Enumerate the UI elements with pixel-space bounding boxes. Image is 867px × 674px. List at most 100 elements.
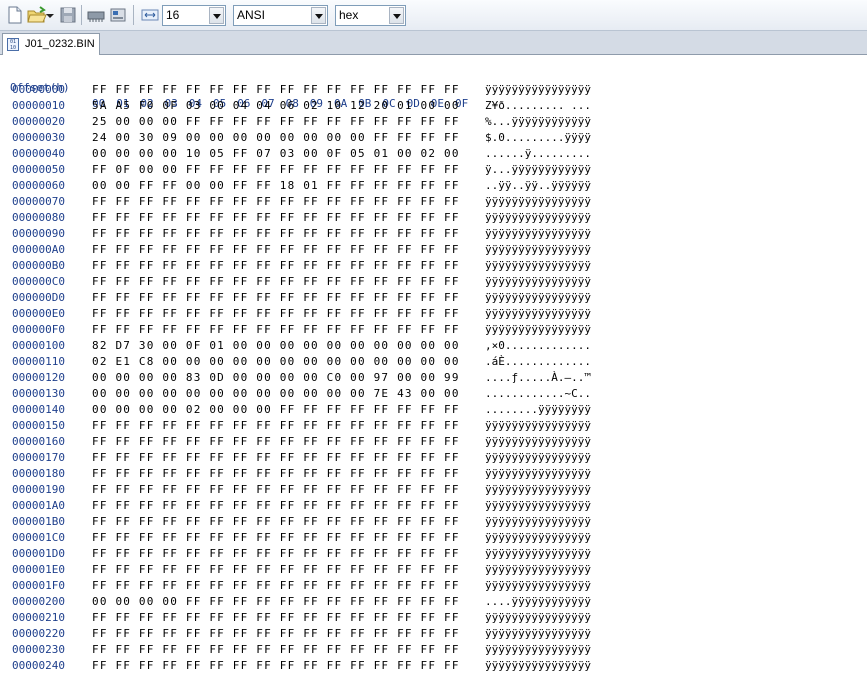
row-bytes[interactable]: 00 00 00 00 00 00 00 00 00 00 00 00 7E 4… [92,386,460,402]
row-bytes[interactable]: FF FF FF FF FF FF FF FF FF FF FF FF FF F… [92,226,460,242]
row-bytes[interactable]: 24 00 30 09 00 00 00 00 00 00 00 00 FF F… [92,130,460,146]
charset-select[interactable]: ANSI [233,5,328,26]
row-bytes[interactable]: FF FF FF FF FF FF FF FF FF FF FF FF FF F… [92,498,460,514]
row-bytes[interactable]: FF 0F 00 00 FF FF FF FF FF FF FF FF FF F… [92,162,460,178]
row-bytes[interactable]: FF FF FF FF FF FF FF FF FF FF FF FF FF F… [92,434,460,450]
row-ascii[interactable]: ÿÿÿÿÿÿÿÿÿÿÿÿÿÿÿÿ [485,82,591,98]
row-ascii[interactable]: ......ÿ......... [485,146,591,162]
row-bytes[interactable]: FF FF FF FF FF FF FF FF FF FF FF FF FF F… [92,514,460,530]
row-ascii[interactable]: .áÈ............. [485,354,591,370]
row-ascii[interactable]: ÿÿÿÿÿÿÿÿÿÿÿÿÿÿÿÿ [485,562,591,578]
row-bytes[interactable]: FF FF FF FF FF FF FF FF FF FF FF FF FF F… [92,258,460,274]
row-bytes[interactable]: 00 00 00 00 10 05 FF 07 03 00 0F 05 01 0… [92,146,460,162]
row-ascii[interactable]: ÿÿÿÿÿÿÿÿÿÿÿÿÿÿÿÿ [485,418,591,434]
save-icon[interactable] [57,4,79,26]
row-bytes[interactable]: 00 00 00 00 02 00 00 00 FF FF FF FF FF F… [92,402,460,418]
row-ascii[interactable]: ....ƒ.....À.—..™ [485,370,591,386]
row-ascii[interactable]: Z¥ð......... ... [485,98,591,114]
row-ascii[interactable]: ÿÿÿÿÿÿÿÿÿÿÿÿÿÿÿÿ [485,658,591,674]
row-bytes[interactable]: FF FF FF FF FF FF FF FF FF FF FF FF FF F… [92,642,460,658]
row-bytes[interactable]: FF FF FF FF FF FF FF FF FF FF FF FF FF F… [92,306,460,322]
bytes-per-row-select[interactable]: 16 [162,5,226,26]
row-bytes[interactable]: 25 00 00 00 FF FF FF FF FF FF FF FF FF F… [92,114,460,130]
display-mode-select[interactable]: hex [335,5,406,26]
row-ascii[interactable]: ÿÿÿÿÿÿÿÿÿÿÿÿÿÿÿÿ [485,546,591,562]
row-offset: 00000230 [12,643,65,656]
row-ascii[interactable]: ........ÿÿÿÿÿÿÿÿ [485,402,591,418]
row-bytes[interactable]: FF FF FF FF FF FF FF FF FF FF FF FF FF F… [92,466,460,482]
row-ascii[interactable]: ÿÿÿÿÿÿÿÿÿÿÿÿÿÿÿÿ [485,226,591,242]
row-ascii[interactable]: ÿÿÿÿÿÿÿÿÿÿÿÿÿÿÿÿ [485,434,591,450]
row-offset: 00000190 [12,483,65,496]
row-ascii[interactable]: ÿÿÿÿÿÿÿÿÿÿÿÿÿÿÿÿ [485,642,591,658]
row-bytes[interactable]: 00 00 00 00 83 0D 00 00 00 00 C0 00 97 0… [92,370,460,386]
row-bytes[interactable]: FF FF FF FF FF FF FF FF FF FF FF FF FF F… [92,194,460,210]
row-bytes[interactable]: FF FF FF FF FF FF FF FF FF FF FF FF FF F… [92,530,460,546]
row-bytes[interactable]: FF FF FF FF FF FF FF FF FF FF FF FF FF F… [92,546,460,562]
row-offset: 00000160 [12,435,65,448]
row-ascii[interactable]: ÿÿÿÿÿÿÿÿÿÿÿÿÿÿÿÿ [485,274,591,290]
hex-editor-view[interactable]: Offset(h) 00 01 02 03 04 05 06 07 08 09 0A 0B 0C 0D 0E… [0,55,867,672]
row-ascii[interactable]: ÿÿÿÿÿÿÿÿÿÿÿÿÿÿÿÿ [485,290,591,306]
row-ascii[interactable]: ÿÿÿÿÿÿÿÿÿÿÿÿÿÿÿÿ [485,626,591,642]
tab-document[interactable]: 01 10 J01_0232.BIN [2,33,100,55]
bytes-per-row-icon [139,4,161,26]
toolbar: 16 ANSI hex [0,0,867,31]
row-ascii[interactable]: ÿÿÿÿÿÿÿÿÿÿÿÿÿÿÿÿ [485,530,591,546]
row-offset: 00000080 [12,211,65,224]
row-offset: 00000000 [12,83,65,96]
row-ascii[interactable]: %...ÿÿÿÿÿÿÿÿÿÿÿÿ [485,114,591,130]
row-ascii[interactable]: ÿÿÿÿÿÿÿÿÿÿÿÿÿÿÿÿ [485,450,591,466]
row-bytes[interactable]: FF FF FF FF FF FF FF FF FF FF FF FF FF F… [92,626,460,642]
row-ascii[interactable]: ..ÿÿ..ÿÿ..ÿÿÿÿÿÿ [485,178,591,194]
row-bytes[interactable]: 00 00 00 00 FF FF FF FF FF FF FF FF FF F… [92,594,460,610]
new-file-icon[interactable] [4,4,26,26]
row-ascii[interactable]: ÿÿÿÿÿÿÿÿÿÿÿÿÿÿÿÿ [485,578,591,594]
disk-drive-icon[interactable] [107,4,129,26]
row-ascii[interactable]: $.0.........ÿÿÿÿ [485,130,591,146]
chevron-down-icon[interactable] [311,7,326,24]
row-offset: 00000070 [12,195,65,208]
ram-chip-icon[interactable] [85,4,107,26]
row-ascii[interactable]: ‚×0............. [485,338,591,354]
row-bytes[interactable]: FF FF FF FF FF FF FF FF FF FF FF FF FF F… [92,578,460,594]
row-bytes[interactable]: FF FF FF FF FF FF FF FF FF FF FF FF FF F… [92,418,460,434]
row-bytes[interactable]: FF FF FF FF FF FF FF FF FF FF FF FF FF F… [92,290,460,306]
row-bytes[interactable]: 00 00 FF FF 00 00 FF FF 18 01 FF FF FF F… [92,178,460,194]
row-ascii[interactable]: ÿ...ÿÿÿÿÿÿÿÿÿÿÿÿ [485,162,591,178]
chevron-down-icon[interactable] [389,7,404,24]
row-ascii[interactable]: ÿÿÿÿÿÿÿÿÿÿÿÿÿÿÿÿ [485,242,591,258]
row-bytes[interactable]: FF FF FF FF FF FF FF FF FF FF FF FF FF F… [92,210,460,226]
row-bytes[interactable]: FF FF FF FF FF FF FF FF FF FF FF FF FF F… [92,562,460,578]
row-ascii[interactable]: ............~C.. [485,386,591,402]
row-bytes[interactable]: FF FF FF FF FF FF FF FF FF FF FF FF FF F… [92,242,460,258]
row-ascii[interactable]: ÿÿÿÿÿÿÿÿÿÿÿÿÿÿÿÿ [485,610,591,626]
row-ascii[interactable]: ÿÿÿÿÿÿÿÿÿÿÿÿÿÿÿÿ [485,258,591,274]
row-offset: 000000D0 [12,291,65,304]
row-bytes[interactable]: FF FF FF FF FF FF FF FF FF FF FF FF FF F… [92,482,460,498]
row-bytes[interactable]: FF FF FF FF FF FF FF FF FF FF FF FF FF F… [92,450,460,466]
row-ascii[interactable]: ....ÿÿÿÿÿÿÿÿÿÿÿÿ [485,594,591,610]
row-ascii[interactable]: ÿÿÿÿÿÿÿÿÿÿÿÿÿÿÿÿ [485,306,591,322]
row-offset: 00000030 [12,131,65,144]
document-tab-bar: 01 10 J01_0232.BIN [0,31,867,55]
row-bytes[interactable]: FF FF FF FF FF FF FF FF FF FF FF FF FF F… [92,274,460,290]
row-bytes[interactable]: 02 E1 C8 00 00 00 00 00 00 00 00 00 00 0… [92,354,460,370]
row-bytes[interactable]: FF FF FF FF FF FF FF FF FF FF FF FF FF F… [92,610,460,626]
row-bytes[interactable]: FF FF FF FF FF FF FF FF FF FF FF FF FF F… [92,322,460,338]
row-ascii[interactable]: ÿÿÿÿÿÿÿÿÿÿÿÿÿÿÿÿ [485,322,591,338]
row-ascii[interactable]: ÿÿÿÿÿÿÿÿÿÿÿÿÿÿÿÿ [485,498,591,514]
row-offset: 00000180 [12,467,65,480]
row-ascii[interactable]: ÿÿÿÿÿÿÿÿÿÿÿÿÿÿÿÿ [485,466,591,482]
row-ascii[interactable]: ÿÿÿÿÿÿÿÿÿÿÿÿÿÿÿÿ [485,514,591,530]
row-bytes[interactable]: FF FF FF FF FF FF FF FF FF FF FF FF FF F… [92,658,460,674]
row-ascii[interactable]: ÿÿÿÿÿÿÿÿÿÿÿÿÿÿÿÿ [485,482,591,498]
chevron-down-icon[interactable] [209,7,224,24]
open-dropdown-icon[interactable] [44,4,56,26]
row-bytes[interactable]: 5A A5 F0 0F 03 00 04 04 06 02 10 12 20 0… [92,98,460,114]
row-ascii[interactable]: ÿÿÿÿÿÿÿÿÿÿÿÿÿÿÿÿ [485,194,591,210]
row-offset: 00000050 [12,163,65,176]
row-bytes[interactable]: 82 D7 30 00 0F 01 00 00 00 00 00 00 00 0… [92,338,460,354]
row-bytes[interactable]: FF FF FF FF FF FF FF FF FF FF FF FF FF F… [92,82,460,98]
row-ascii[interactable]: ÿÿÿÿÿÿÿÿÿÿÿÿÿÿÿÿ [485,210,591,226]
